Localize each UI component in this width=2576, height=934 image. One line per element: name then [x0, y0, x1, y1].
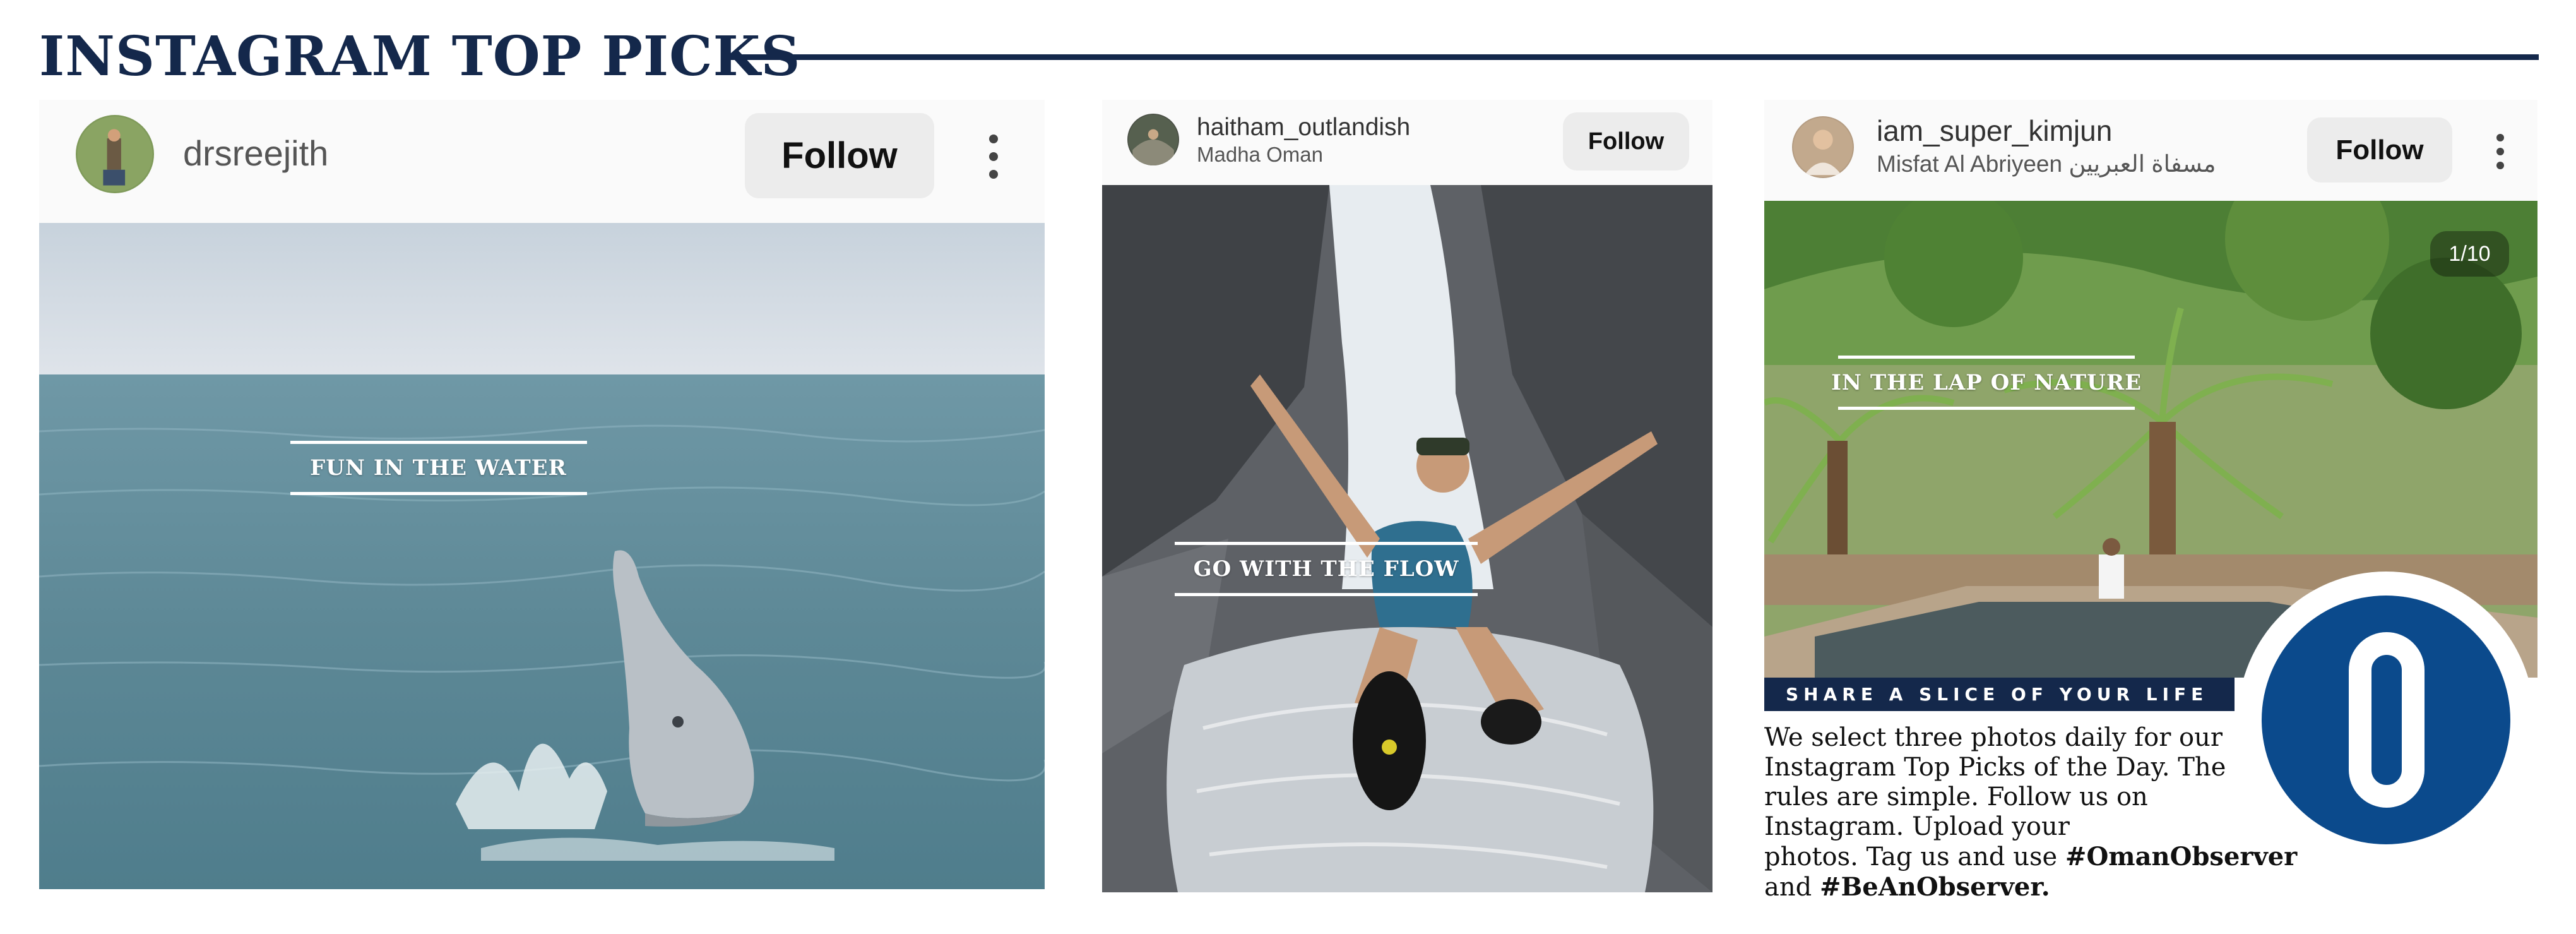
body-text-segment: and: [1764, 873, 1820, 902]
dolphin-photo: [39, 223, 1045, 889]
post-header: haitham_outlandish Madha Oman Follow: [1102, 100, 1712, 185]
body-line: photos. Tag us and use #OmanObserver: [1764, 842, 2332, 872]
post-header: iam_super_kimjun Misfat Al Abriyeen مسفا…: [1764, 100, 2537, 201]
logo-letter-o-icon: [2349, 632, 2425, 808]
follow-button[interactable]: Follow: [2307, 117, 2452, 183]
photo-caption: GO WITH THE FLOW: [1193, 556, 1459, 582]
post-photo[interactable]: GO WITH THE FLOW: [1102, 185, 1712, 892]
body-line: and #BeAnObserver.: [1764, 872, 2332, 902]
post-card-2: haitham_outlandish Madha Oman Follow GO …: [1102, 100, 1712, 892]
more-vertical-icon[interactable]: [986, 135, 1001, 179]
body-text-segment: photos. Tag us and use: [1764, 842, 2065, 871]
photo-counter: 1/10: [2430, 231, 2509, 277]
waterfall-photo: [1102, 185, 1712, 892]
more-vertical-icon[interactable]: [2494, 134, 2507, 169]
hashtag: #BeAnObserver.: [1819, 872, 2050, 902]
section-banner: SHARE A SLICE OF YOUR LIFE: [1764, 678, 2235, 711]
avatar-image: [76, 115, 154, 193]
photo-caption-overlay: IN THE LAP OF NATURE: [1831, 356, 2141, 410]
photo-caption: FUN IN THE WATER: [310, 455, 567, 481]
photo-caption: IN THE LAP OF NATURE: [1831, 370, 2142, 395]
title-rule: [727, 54, 2539, 60]
username[interactable]: iam_super_kimjun: [1877, 114, 2112, 148]
oman-observer-logo: [2238, 572, 2534, 868]
post-photo[interactable]: FUN IN THE WATER: [39, 223, 1045, 889]
follow-button[interactable]: Follow: [1563, 112, 1689, 171]
logo-disc: [2262, 596, 2510, 844]
photo-caption-overlay: FUN IN THE WATER: [288, 441, 588, 495]
username[interactable]: drsreejith: [183, 133, 328, 174]
avatar[interactable]: [1127, 114, 1179, 165]
avatar-image: [1127, 114, 1179, 165]
avatar[interactable]: [76, 115, 154, 193]
location[interactable]: Madha Oman: [1197, 143, 1323, 167]
location[interactable]: Misfat Al Abriyeen مسفاة العبريين: [1877, 150, 2216, 177]
hashtag: #OmanObserver: [2065, 842, 2298, 871]
post-card-1: drsreejith Follow FUN IN THE WATER: [39, 100, 1045, 889]
body-line: Instagram. Upload your: [1764, 812, 2070, 841]
username[interactable]: haitham_outlandish: [1197, 114, 1410, 141]
avatar[interactable]: [1792, 116, 1854, 178]
body-line: rules are simple. Follow us on: [1764, 782, 2148, 811]
post-header: drsreejith Follow: [39, 100, 1045, 223]
page-title: INSTAGRAM TOP PICKS: [39, 25, 801, 88]
follow-button[interactable]: Follow: [745, 113, 934, 198]
avatar-image: [1792, 116, 1854, 178]
photo-caption-overlay: GO WITH THE FLOW: [1172, 542, 1481, 596]
